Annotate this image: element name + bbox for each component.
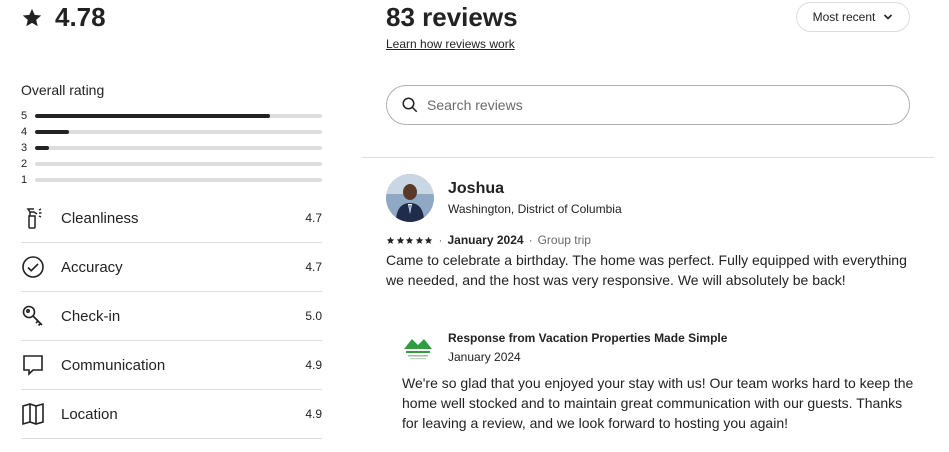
- review-text: Came to celebrate a birthday. The home w…: [386, 252, 907, 288]
- reviewer-location: Washington, District of Columbia: [448, 202, 622, 216]
- distribution-label: 3: [21, 142, 28, 154]
- sort-label: Most recent: [812, 10, 876, 24]
- host-response: Response from Vacation Properties Made S…: [402, 331, 922, 433]
- star-icon: [396, 236, 404, 244]
- category-label: Location: [61, 405, 118, 423]
- review-meta: · January 2024 · Group trip: [386, 233, 910, 247]
- learn-how-reviews-work-link[interactable]: Learn how reviews work: [386, 37, 515, 51]
- distribution-track: [35, 146, 322, 150]
- divider: [362, 157, 934, 158]
- category-label: Check-in: [61, 307, 121, 325]
- distribution-row-3: 3: [21, 140, 322, 156]
- separator-dot: ·: [528, 233, 533, 247]
- category-score: 4.9: [305, 407, 322, 421]
- avatar[interactable]: [386, 174, 434, 222]
- category-score: 4.9: [305, 358, 322, 372]
- distribution-track: [35, 114, 322, 118]
- distribution-label: 1: [21, 174, 28, 186]
- category-ratings: Cleanliness 4.7 Accuracy 4.7 Check-in 5.…: [21, 194, 322, 439]
- host-logo: [402, 333, 434, 365]
- distribution-track: [35, 178, 322, 182]
- response-text: We're so glad that you enjoyed your stay…: [402, 375, 914, 431]
- sort-dropdown-button[interactable]: Most recent: [796, 2, 910, 32]
- distribution-track: [35, 130, 322, 134]
- category-score: 4.7: [305, 260, 322, 274]
- category-score: 4.7: [305, 211, 322, 225]
- map-icon: [21, 402, 45, 426]
- category-location: Location 4.9: [21, 390, 322, 439]
- distribution-fill: [35, 114, 271, 118]
- reviewer-name: Joshua: [448, 180, 505, 197]
- category-label: Communication: [61, 356, 166, 374]
- trip-type: Group trip: [537, 233, 591, 247]
- category-cleanliness: Cleanliness 4.7: [21, 194, 322, 243]
- separator-dot: ·: [438, 233, 443, 247]
- reviews-count-title: 83 reviews: [386, 2, 518, 32]
- category-accuracy: Accuracy 4.7: [21, 243, 322, 292]
- star-icon: [424, 236, 433, 244]
- reviewer-info: Joshua Washington, District of Columbia: [386, 174, 910, 222]
- rating-summary: 4.78: [21, 2, 106, 33]
- distribution-row-5: 5: [21, 108, 322, 124]
- distribution-row-1: 1: [21, 172, 322, 188]
- category-score: 5.0: [305, 309, 322, 323]
- search-reviews-bar[interactable]: [386, 85, 910, 125]
- star-icon: [386, 236, 395, 244]
- review-item: Joshua Washington, District of Columbia …: [386, 174, 910, 290]
- rating-distribution: 5 4 3 2 1: [21, 108, 322, 188]
- category-communication: Communication 4.9: [21, 341, 322, 390]
- star-icon: [22, 8, 42, 26]
- rating-value: 4.78: [55, 2, 106, 32]
- category-label: Accuracy: [61, 258, 123, 276]
- response-date: January 2024: [448, 350, 521, 364]
- spray-bottle-icon: [21, 206, 45, 230]
- key-icon: [21, 304, 45, 328]
- distribution-row-4: 4: [21, 124, 322, 140]
- response-title: Response from Vacation Properties Made S…: [448, 331, 728, 345]
- chat-bubble-icon: [21, 353, 45, 377]
- overall-rating-title: Overall rating: [21, 82, 105, 98]
- chevron-down-icon: [884, 14, 893, 20]
- distribution-label: 4: [21, 126, 28, 138]
- check-circle-icon: [21, 255, 45, 279]
- distribution-row-2: 2: [21, 156, 322, 172]
- star-icon: [405, 236, 414, 244]
- review-date: January 2024: [447, 233, 524, 247]
- distribution-label: 5: [21, 110, 28, 122]
- distribution-track: [35, 162, 322, 166]
- category-check-in: Check-in 5.0: [21, 292, 322, 341]
- distribution-fill: [35, 146, 50, 150]
- star-icon: [415, 236, 423, 244]
- distribution-label: 2: [21, 158, 28, 170]
- review-stars: [386, 236, 434, 245]
- category-label: Cleanliness: [61, 209, 139, 227]
- search-input[interactable]: [427, 97, 867, 113]
- search-icon: [402, 97, 418, 113]
- distribution-fill: [35, 130, 70, 134]
